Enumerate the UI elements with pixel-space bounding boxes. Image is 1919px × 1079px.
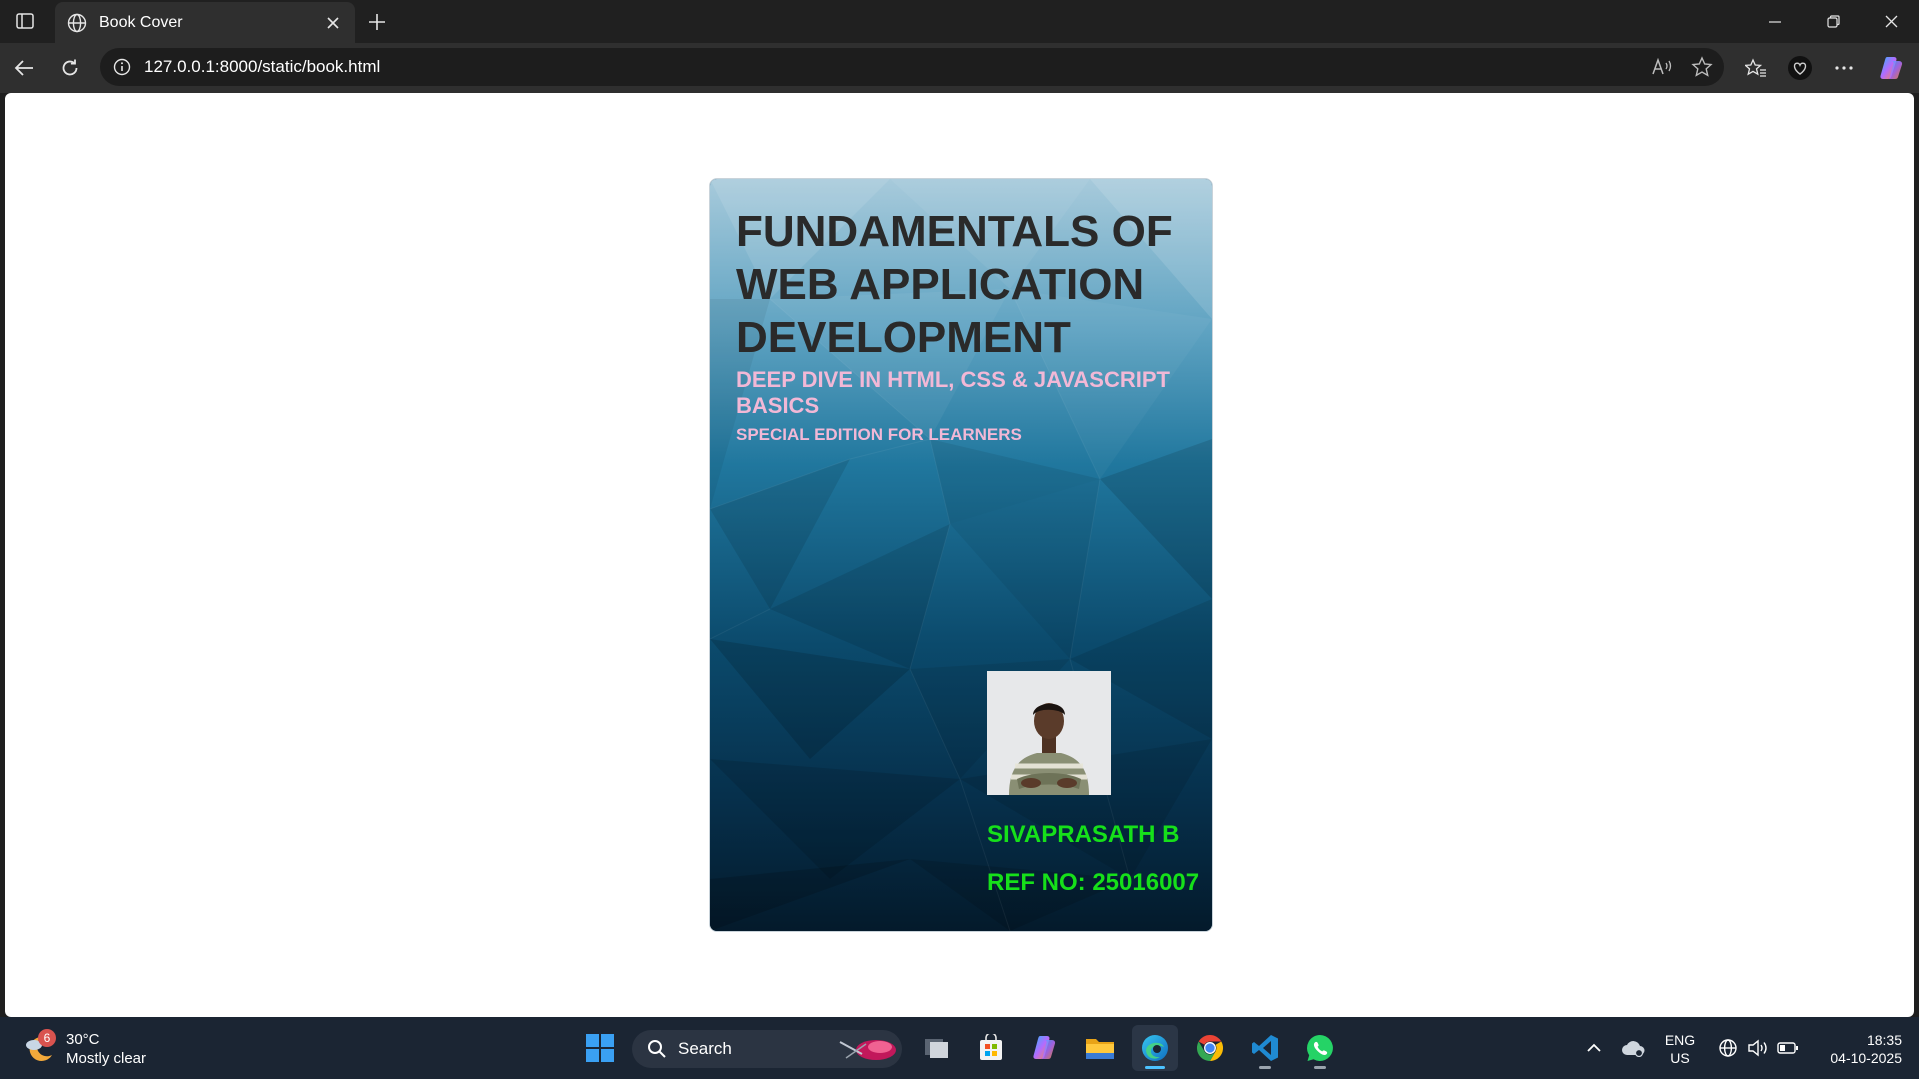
search-icon [646,1038,668,1060]
battery-tray-button[interactable] [1774,1029,1802,1067]
more-options-button[interactable] [1826,50,1862,86]
author-photo [987,671,1111,795]
read-aloud-icon[interactable] [1644,49,1680,85]
weather-temperature: 30°C [66,1031,100,1048]
copilot-app-icon [1033,1036,1056,1059]
browser-toolbar: 127.0.0.1:8000/static/book.html [0,43,1919,93]
book-edition: SPECIAL EDITION FOR LEARNERS [736,425,1022,444]
chevron-up-icon [1587,1043,1601,1052]
weather-widget[interactable]: 6 30°C Mostly clear [22,1029,182,1069]
favorites-icon [1745,58,1766,77]
url-text[interactable]: 127.0.0.1:8000/static/book.html [144,57,1644,77]
store-icon [980,1034,1002,1060]
address-bar[interactable]: 127.0.0.1:8000/static/book.html [100,48,1724,86]
tab-actions-button[interactable] [8,7,42,35]
book-subtitle: DEEP DIVE IN HTML, CSS & JAVASCRIPT BASI… [736,367,1170,418]
heart-icon [1788,56,1812,80]
volume-tray-button[interactable] [1744,1029,1772,1067]
network-tray-button[interactable] [1714,1029,1742,1067]
speaker-icon [1748,1039,1767,1057]
reference-number: REF NO: 25016007 [987,869,1200,896]
browser-titlebar: Book Cover [0,0,1919,43]
onedrive-tray-button[interactable] [1618,1029,1648,1067]
refresh-button[interactable] [52,50,88,86]
language-indicator[interactable]: ENG US [1660,1031,1700,1067]
close-window-button[interactable] [1862,0,1919,43]
taskbar-copilot[interactable] [1022,1025,1068,1071]
clock-date: 04-10-2025 [1830,1050,1902,1066]
search-highlight-icon [839,1040,896,1060]
new-tab-button[interactable] [361,6,393,38]
chrome-icon [1196,1034,1224,1062]
show-hidden-icons-button[interactable] [1580,1029,1608,1067]
author-name: SIVAPRASATH B [987,821,1180,848]
book-cover: FUNDAMENTALS OF WEB APPLICATION DEVELOPM… [709,178,1213,932]
battery-icon [1777,1042,1798,1054]
windows-logo-icon [586,1034,614,1062]
active-app-indicator [1145,1066,1165,1069]
taskbar-file-explorer[interactable] [1077,1025,1123,1071]
taskbar-chrome[interactable] [1187,1025,1233,1071]
system-clock[interactable]: 18:35 04-10-2025 [1812,1031,1902,1067]
copilot-icon [1880,57,1903,79]
weather-moon-icon: 6 [22,1029,58,1067]
more-dots-icon [1835,66,1853,70]
globe-icon [65,11,89,35]
back-button[interactable] [6,50,42,86]
tab-actions-icon [16,13,34,29]
browser-tab[interactable]: Book Cover [55,2,355,43]
vscode-icon [1252,1035,1278,1061]
taskbar-task-view[interactable] [914,1025,960,1071]
taskbar-search[interactable]: Search [632,1030,902,1068]
tab-title: Book Cover [99,13,183,31]
folder-icon [1086,1039,1114,1059]
browser-essentials-button[interactable] [1782,50,1818,86]
taskbar-edge[interactable] [1132,1025,1178,1071]
minimize-button[interactable] [1746,0,1804,43]
language-code: ENG [1664,1032,1696,1048]
person-illustration [987,671,1111,795]
minimize-icon [1769,20,1781,23]
cloud-icon [1622,1041,1645,1057]
open-app-indicator [1259,1066,1271,1069]
close-icon [1885,15,1897,28]
whatsapp-icon [1307,1035,1333,1061]
restore-button[interactable] [1804,0,1862,43]
back-arrow-icon [14,60,33,76]
weather-badge: 6 [38,1029,56,1047]
edge-icon [1142,1035,1168,1061]
task-view-icon [925,1039,948,1058]
taskbar-whatsapp[interactable] [1297,1025,1343,1071]
clock-time: 18:35 [1866,1032,1902,1048]
page-viewport: FUNDAMENTALS OF WEB APPLICATION DEVELOPM… [5,93,1914,1017]
taskbar-microsoft-store[interactable] [968,1025,1014,1071]
search-label: Search [678,1039,732,1058]
start-button[interactable] [582,1030,618,1066]
tab-close-icon[interactable] [317,7,349,39]
copilot-button[interactable] [1874,50,1910,86]
book-title: FUNDAMENTALS OF WEB APPLICATION DEVELOPM… [736,207,1173,362]
favorite-star-icon[interactable] [1684,49,1720,85]
refresh-icon [62,59,78,76]
open-app-indicator [1314,1066,1326,1069]
plus-icon [369,14,385,30]
windows-taskbar: 6 30°C Mostly clear Search ENG US 18:35 … [0,1017,1919,1079]
weather-condition: Mostly clear [66,1050,147,1067]
region-code: US [1670,1050,1690,1066]
restore-icon [1826,15,1840,28]
globe-network-icon [1719,1039,1737,1057]
site-info-icon[interactable] [110,55,134,79]
favorites-button[interactable] [1738,50,1774,86]
taskbar-vscode[interactable] [1242,1025,1288,1071]
